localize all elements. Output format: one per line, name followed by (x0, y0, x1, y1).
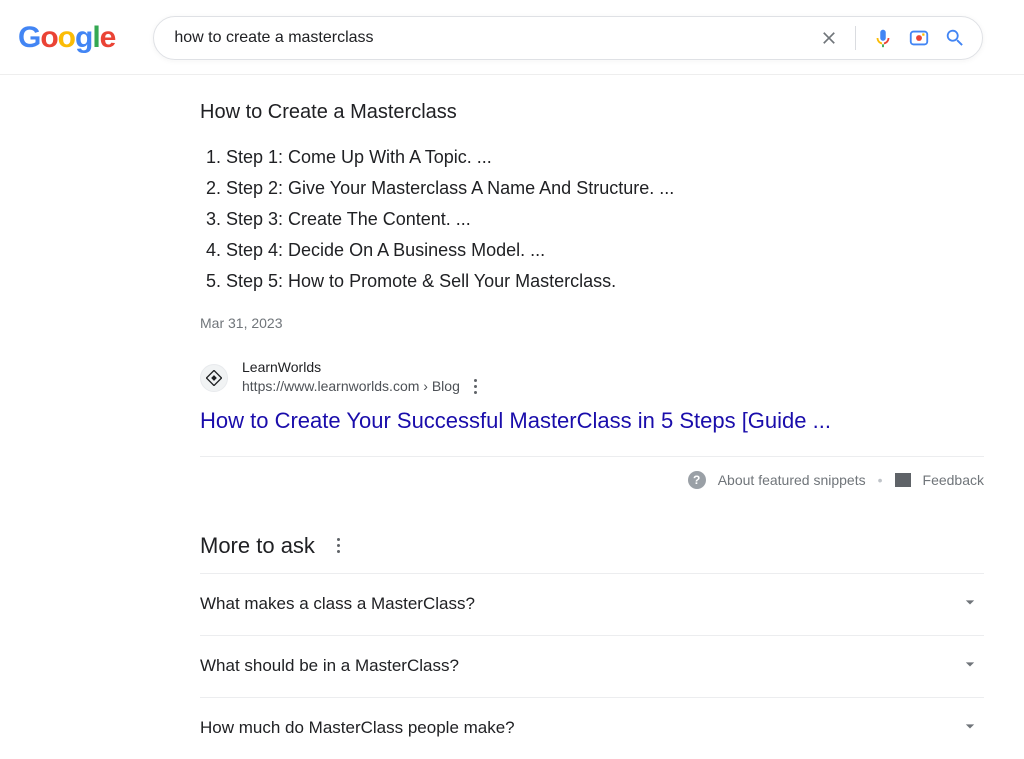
featured-snippet-steps: Step 1: Come Up With A Topic. ... Step 2… (200, 142, 984, 297)
search-bar[interactable] (153, 16, 983, 60)
feedback-link[interactable]: Feedback (923, 472, 984, 488)
more-to-ask-menu-icon[interactable] (333, 534, 344, 557)
about-snippets-link[interactable]: About featured snippets (718, 472, 866, 488)
dot-separator: • (878, 472, 883, 488)
logo-letter: o (40, 21, 57, 55)
snippet-step: Step 2: Give Your Masterclass A Name And… (226, 173, 984, 204)
related-question[interactable]: What should be in a MasterClass? (200, 635, 984, 697)
lens-icon[interactable] (908, 27, 930, 49)
logo-letter: e (100, 21, 116, 55)
google-logo[interactable]: G o o g l e (18, 21, 115, 55)
more-to-ask-heading: More to ask (200, 533, 315, 559)
help-icon[interactable]: ? (688, 471, 706, 489)
separator (855, 26, 856, 50)
question-text: How much do MasterClass people make? (200, 718, 515, 738)
snippet-step: Step 3: Create The Content. ... (226, 204, 984, 235)
result-source: LearnWorlds https://www.learnworlds.com … (200, 359, 984, 398)
logo-letter: o (58, 21, 75, 55)
source-url: https://www.learnworlds.com › Blog (242, 378, 460, 394)
site-favicon (200, 364, 228, 392)
search-icon[interactable] (944, 27, 966, 49)
result-title-link[interactable]: How to Create Your Successful MasterClas… (200, 408, 984, 434)
related-question[interactable]: How much do MasterClass people make? (200, 697, 984, 759)
logo-letter: g (75, 21, 92, 55)
result-menu-icon[interactable] (470, 375, 481, 398)
chevron-down-icon (960, 716, 980, 741)
search-input[interactable] (174, 29, 819, 47)
more-to-ask-header: More to ask (200, 533, 984, 559)
mic-icon[interactable] (872, 27, 894, 49)
snippet-step: Step 1: Come Up With A Topic. ... (226, 142, 984, 173)
feedback-icon (895, 473, 911, 487)
source-name: LearnWorlds (242, 359, 481, 375)
logo-letter: l (92, 21, 99, 55)
snippet-step: Step 5: How to Promote & Sell Your Maste… (226, 266, 984, 297)
results-area: How to Create a Masterclass Step 1: Come… (0, 75, 1004, 759)
chevron-down-icon (960, 592, 980, 617)
snippet-footer: ? About featured snippets • Feedback (200, 456, 984, 489)
related-question[interactable]: What makes a class a MasterClass? (200, 573, 984, 635)
logo-letter: G (18, 21, 40, 55)
question-text: What should be in a MasterClass? (200, 656, 459, 676)
search-header: G o o g l e (0, 0, 1024, 75)
featured-snippet-title: How to Create a Masterclass (200, 101, 984, 124)
question-text: What makes a class a MasterClass? (200, 594, 475, 614)
clear-icon[interactable] (819, 28, 839, 48)
chevron-down-icon (960, 654, 980, 679)
snippet-date: Mar 31, 2023 (200, 315, 984, 331)
snippet-step: Step 4: Decide On A Business Model. ... (226, 235, 984, 266)
